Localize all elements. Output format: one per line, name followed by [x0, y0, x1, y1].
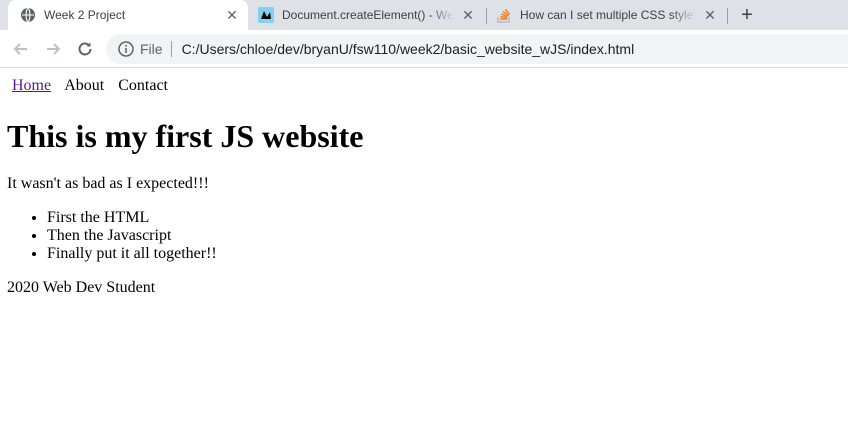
list-item: Then the Javascript — [47, 227, 217, 245]
nav-link-contact[interactable]: Contact — [118, 77, 168, 94]
close-tab-icon[interactable]: ✕ — [224, 7, 240, 24]
tab-title: Document.createElement() - Web — [282, 8, 454, 22]
url-text[interactable]: C:/Users/chloe/dev/bryanU/fsw110/week2/b… — [182, 41, 635, 57]
back-button[interactable] — [10, 38, 32, 60]
address-divider — [170, 41, 172, 57]
tab-stackoverflow[interactable]: How can I set multiple CSS styles ✕ — [490, 0, 726, 30]
nav-link-home[interactable]: Home — [12, 77, 51, 94]
site-nav: Home About Contact — [12, 77, 178, 95]
list-item: Finally put it all together!! — [47, 245, 217, 263]
footer-text: 2020 Web Dev Student — [7, 279, 156, 296]
info-icon[interactable] — [118, 41, 134, 57]
nav-link-about[interactable]: About — [64, 77, 104, 94]
browser-toolbar: File C:/Users/chloe/dev/bryanU/fsw110/we… — [0, 30, 848, 68]
close-tab-icon[interactable]: ✕ — [702, 7, 718, 24]
tab-title: Week 2 Project — [44, 8, 126, 22]
mdn-icon — [258, 7, 274, 23]
reload-button[interactable] — [74, 38, 96, 60]
tab-separator — [486, 8, 487, 24]
tab-week2-project[interactable]: Week 2 Project ✕ — [8, 0, 248, 30]
tab-separator — [727, 8, 728, 24]
globe-icon — [20, 7, 36, 23]
tab-title: How can I set multiple CSS styles — [520, 8, 696, 22]
back-arrow-icon — [13, 43, 27, 55]
page-title: This is my first JS website — [7, 118, 364, 154]
intro-text: It wasn't as bad as I expected!!! — [7, 175, 209, 192]
scheme-label: File — [140, 41, 163, 57]
stackoverflow-icon — [496, 7, 512, 23]
forward-button[interactable] — [42, 38, 64, 60]
page-content: Home About Contact This is my first JS w… — [0, 69, 848, 425]
tab-create-element[interactable]: Document.createElement() - Web ✕ — [252, 0, 484, 30]
address-bar[interactable]: File C:/Users/chloe/dev/bryanU/fsw110/we… — [106, 34, 848, 64]
forward-arrow-icon — [47, 43, 61, 55]
tab-strip: Week 2 Project ✕ Document.createElement(… — [0, 0, 848, 30]
reload-icon — [78, 42, 92, 56]
close-tab-icon[interactable]: ✕ — [460, 7, 476, 24]
list-item: First the HTML — [47, 209, 217, 227]
steps-list: First the HTML Then the Javascript Final… — [7, 209, 217, 263]
new-tab-button[interactable]: + — [736, 4, 758, 26]
